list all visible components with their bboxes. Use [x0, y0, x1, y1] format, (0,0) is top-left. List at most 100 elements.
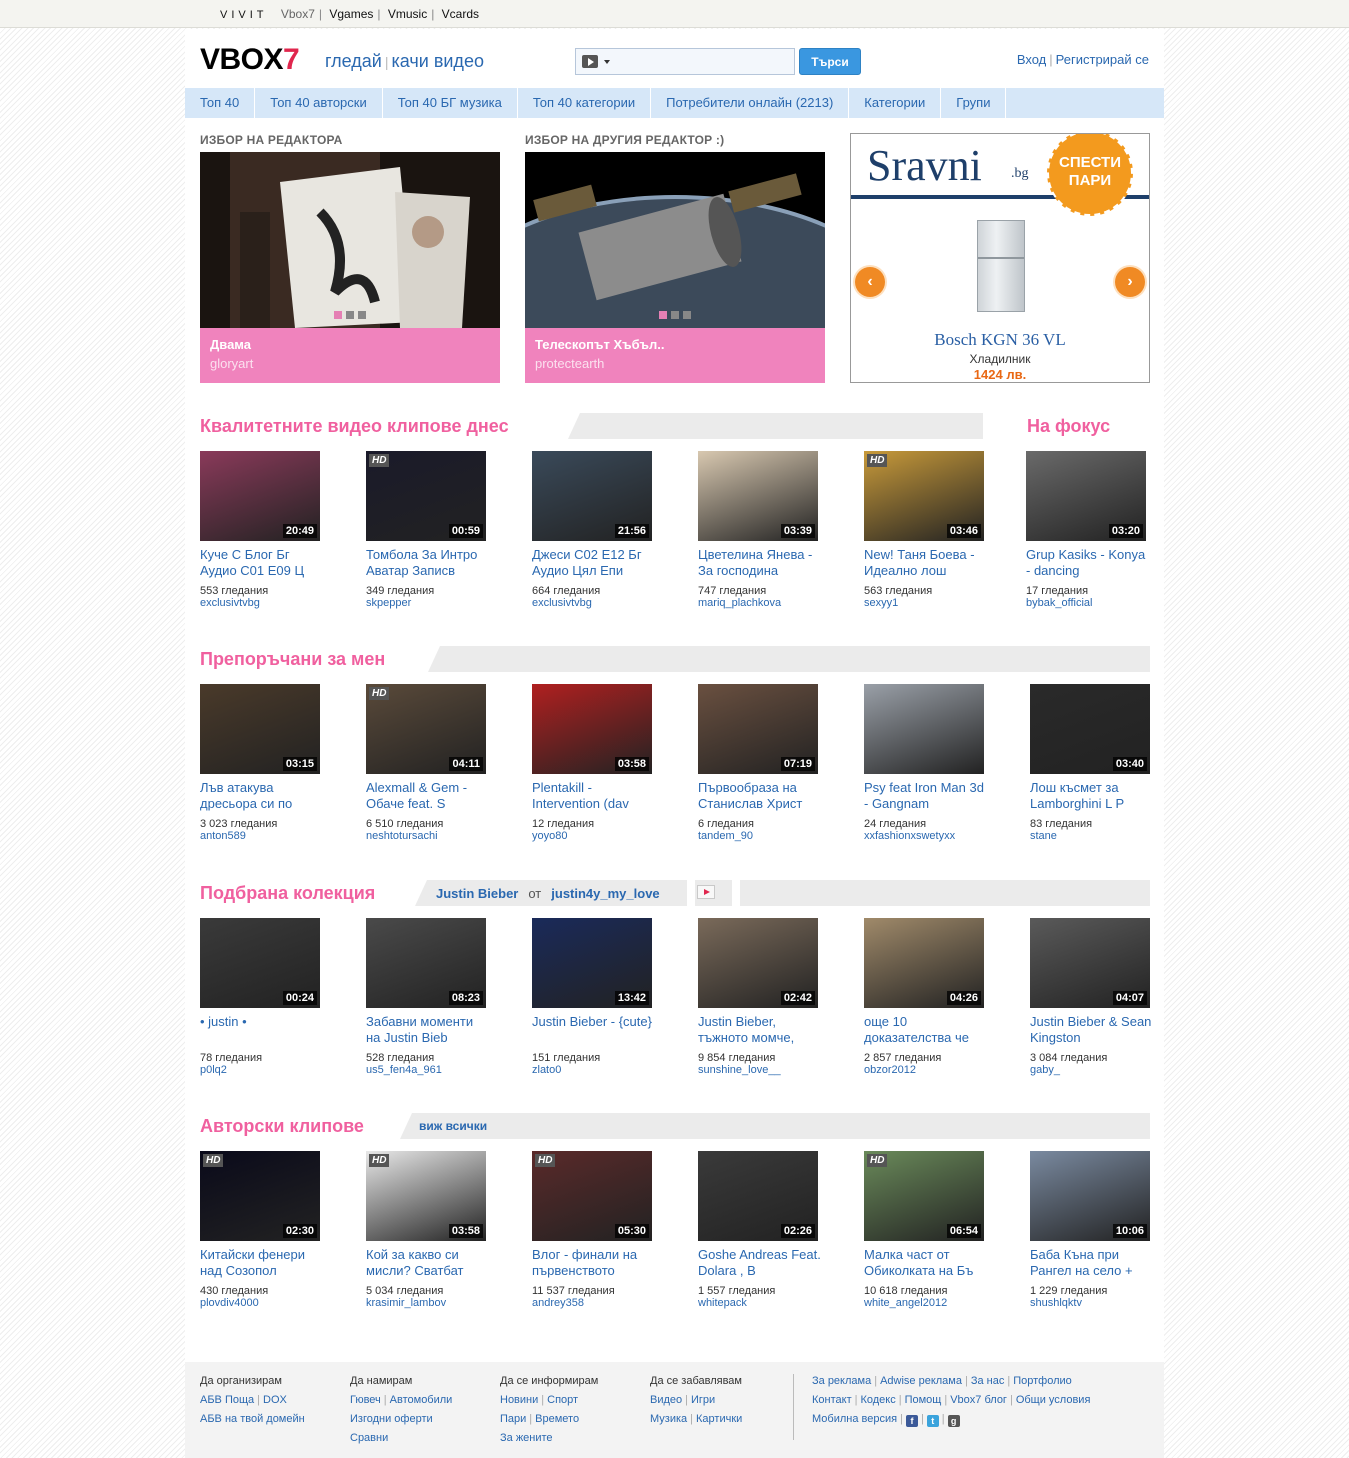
video-thumbnail[interactable]: 08:23 [366, 918, 486, 1008]
nav-top40[interactable]: Топ 40 [185, 88, 256, 118]
video-thumbnail[interactable]: HD 00:59 [366, 451, 486, 541]
other-editor-pick-user[interactable]: protectearth [535, 356, 815, 371]
video-thumbnail[interactable]: HD 06:54 [864, 1151, 984, 1241]
nav-users-online[interactable]: Потребители онлайн (2213) [651, 88, 850, 118]
video-item[interactable]: 02:42 Justin Bieber, тъжното момче, 9 854 … [698, 918, 823, 1076]
video-author[interactable]: tandem_90 [698, 830, 823, 842]
footer-link[interactable]: Картички [696, 1413, 742, 1425]
editor-pick-title[interactable]: Двама [210, 337, 490, 352]
video-thumbnail[interactable]: 00:24 [200, 918, 320, 1008]
video-author[interactable]: plovdiv4000 [200, 1297, 325, 1309]
footer-link[interactable]: Общи условия [1016, 1394, 1091, 1406]
video-item[interactable]: 07:19 Първообраза на Станислав Христ 6 гле… [698, 684, 823, 842]
video-author[interactable]: yoyo80 [532, 830, 657, 842]
video-author[interactable]: krasimir_lambov [366, 1297, 491, 1309]
video-title[interactable]: още 10 доказателства че [864, 1014, 989, 1046]
video-title[interactable]: Цветелина Янева - За господина [698, 547, 823, 579]
video-author[interactable]: whitepack [698, 1297, 823, 1309]
footer-link[interactable]: За жените [500, 1432, 553, 1444]
video-thumbnail[interactable]: HD 04:11 [366, 684, 486, 774]
video-author[interactable]: mariq_plachkova [698, 597, 823, 609]
search-type-dropdown[interactable] [580, 55, 614, 69]
ad-product-model[interactable]: Bosch KGN 36 VL [851, 330, 1149, 350]
carousel-dots[interactable] [525, 308, 825, 322]
video-author[interactable]: white_angel2012 [864, 1297, 989, 1309]
video-thumbnail[interactable]: HD 05:30 [532, 1151, 652, 1241]
footer-link[interactable]: Adwise реклама [880, 1375, 962, 1387]
video-item[interactable]: HD 04:11 Alexmall & Gem - Обаче feat. S 6 5… [366, 684, 491, 842]
footer-link[interactable]: Музика [650, 1413, 687, 1425]
video-author[interactable]: shushlqktv [1030, 1297, 1155, 1309]
topbar-link-vgames[interactable]: Vgames [329, 7, 373, 21]
twitter-icon[interactable]: t [926, 1415, 939, 1427]
video-thumbnail[interactable]: 03:58 [532, 684, 652, 774]
footer-link[interactable]: АБВ на твой домейн [200, 1413, 305, 1425]
video-title[interactable]: Първообраза на Станислав Христ [698, 780, 823, 812]
video-title[interactable]: Китайски фенери над Созопол [200, 1247, 325, 1279]
video-item[interactable]: HD 03:46 New! Таня Боева - Идеално лош 563 … [864, 451, 989, 609]
video-author[interactable]: exclusivtvbg [200, 597, 325, 609]
footer-link[interactable]: Vbox7 блог [950, 1394, 1007, 1406]
video-author[interactable]: skpepper [366, 597, 491, 609]
footer-link[interactable]: Портфолио [1013, 1375, 1072, 1387]
ad-prev-arrow[interactable]: ‹ [855, 267, 885, 297]
video-author[interactable]: stane [1030, 830, 1155, 842]
video-item[interactable]: 03:39 Цветелина Янева - За господина 747 г… [698, 451, 823, 609]
video-thumbnail[interactable]: 03:20 [1026, 451, 1146, 541]
footer-link[interactable]: Контакт [812, 1394, 852, 1406]
topbar-link-vcards[interactable]: Vcards [442, 7, 479, 21]
video-item[interactable]: HD 00:59 Томбола За Интро Аватар Записв 349… [366, 451, 491, 609]
video-author[interactable]: andrey358 [532, 1297, 657, 1309]
footer-link[interactable]: За нас [971, 1375, 1005, 1387]
video-title[interactable]: Лъв атакува дресьора си по [200, 780, 325, 812]
collection-name[interactable]: Justin Bieber [436, 886, 518, 901]
footer-link[interactable]: Автомобили [390, 1394, 453, 1406]
video-author[interactable]: zlato0 [532, 1064, 657, 1076]
footer-link[interactable]: Спорт [547, 1394, 578, 1406]
video-thumbnail[interactable] [864, 684, 984, 774]
video-item[interactable]: 03:58 Plentakill - Intervention (dav 12 гл… [532, 684, 657, 842]
other-editor-pick-thumbnail[interactable] [525, 152, 825, 328]
footer-link[interactable]: Времето [535, 1413, 579, 1425]
upload-link[interactable]: качи видео [392, 51, 484, 71]
video-item[interactable]: HD 03:58 Кой за какво си мисли? Сватбат 5 0… [366, 1151, 491, 1309]
watch-link[interactable]: гледай [325, 51, 382, 71]
video-thumbnail[interactable]: 07:19 [698, 684, 818, 774]
video-author[interactable]: sunshine_love__ [698, 1064, 823, 1076]
footer-link[interactable]: АБВ Поща [200, 1394, 254, 1406]
footer-link[interactable]: Видео [650, 1394, 682, 1406]
video-author[interactable]: anton589 [200, 830, 325, 842]
sravni-ad[interactable]: Sravni .bg СПЕСТИ ПАРИ ‹ › Bosch KGN 36 V… [850, 133, 1150, 383]
video-thumbnail[interactable]: 13:42 [532, 918, 652, 1008]
footer-link[interactable]: Сравни [350, 1432, 388, 1444]
google-plus-icon[interactable]: g [947, 1415, 960, 1427]
video-title[interactable]: Забавни моменти на Justin Bieb [366, 1014, 491, 1046]
footer-link[interactable]: Кодекс [860, 1394, 895, 1406]
video-author[interactable]: neshtotursachi [366, 830, 491, 842]
video-thumbnail[interactable]: 03:39 [698, 451, 818, 541]
video-item[interactable]: 08:23 Забавни моменти на Justin Bieb 528 г… [366, 918, 491, 1076]
video-item[interactable]: 00:24 • justin • 78 гледания p0lq2 [200, 918, 325, 1076]
ad-next-arrow[interactable]: › [1115, 267, 1145, 297]
video-author[interactable]: sexyy1 [864, 597, 989, 609]
footer-link[interactable]: Новини [500, 1394, 538, 1406]
video-thumbnail[interactable]: 20:49 [200, 451, 320, 541]
video-author[interactable]: gaby_ [1030, 1064, 1155, 1076]
video-title[interactable]: Куче С Блог Бг Аудио С01 Е09 Ц [200, 547, 325, 579]
video-title[interactable]: Малка част от Обиколката на Бъ [864, 1247, 989, 1279]
video-title[interactable]: Goshe Andreas Feat. Dolara , B [698, 1247, 823, 1279]
facebook-icon[interactable]: f [905, 1415, 918, 1427]
other-editor-pick-title[interactable]: Телескопът Хъбъл.. [535, 337, 815, 352]
video-title[interactable]: Alexmall & Gem - Обаче feat. S [366, 780, 491, 812]
video-title[interactable]: Джеси С02 Е12 Бг Аудио Цял Епи [532, 547, 657, 579]
video-item[interactable]: 03:20 Grup Kasiks - Konya - dancing 17 гле… [1026, 451, 1151, 609]
footer-link[interactable]: Пари [500, 1413, 526, 1425]
video-item[interactable]: 02:26 Goshe Andreas Feat. Dolara , B 1 557… [698, 1151, 823, 1309]
play-collection-icon[interactable] [697, 885, 715, 899]
nav-categories[interactable]: Категории [849, 88, 942, 118]
video-title[interactable]: Justin Bieber & Sean Kingston [1030, 1014, 1155, 1046]
video-author[interactable]: us5_fen4a_961 [366, 1064, 491, 1076]
footer-link[interactable]: Мобилна версия [812, 1413, 897, 1425]
video-title[interactable]: Баба Къна при Рангел на село + [1030, 1247, 1155, 1279]
site-logo[interactable]: VBOX7 [200, 43, 300, 77]
